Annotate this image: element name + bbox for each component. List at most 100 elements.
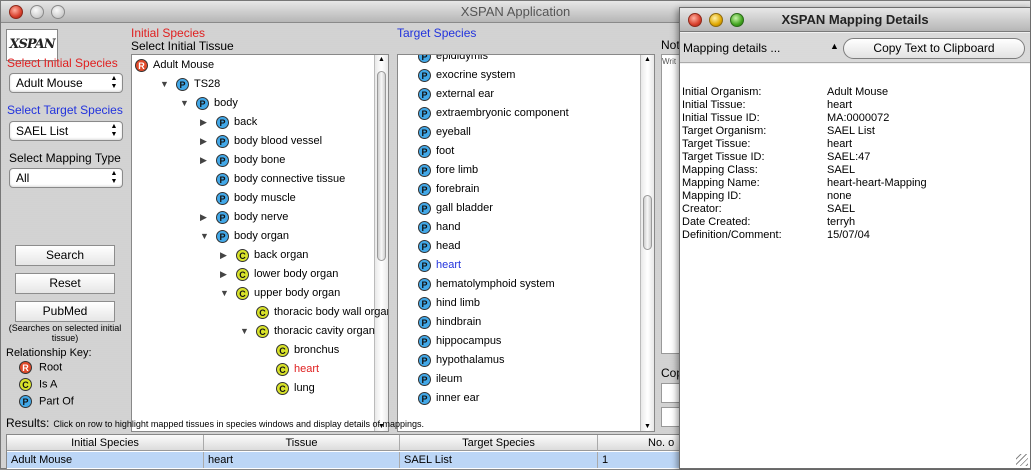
disclosure-open-icon[interactable]: ▼ <box>220 284 230 303</box>
tree-item[interactable]: ▼ Cupper body organ <box>220 284 340 303</box>
tree-item[interactable]: Pbody muscle <box>200 189 296 208</box>
detail-key: Initial Organism: <box>682 86 762 98</box>
mapping-type-select[interactable]: All ▲ ▼ <box>9 168 123 188</box>
disclosure-open-icon[interactable]: ▼ <box>200 227 210 246</box>
part-of-icon: P <box>216 153 229 167</box>
disclosure-closed-icon[interactable]: ▶ <box>200 151 210 170</box>
disclosure-closed-icon[interactable]: ▶ <box>220 246 230 265</box>
list-item-label: inner ear <box>436 392 480 404</box>
list-item[interactable]: Pheart <box>418 256 461 275</box>
target-list-scroll-thumb[interactable] <box>643 195 652 250</box>
target-tissue-list[interactable]: ▲ ▼ Pepididymis Pexocrine system Pexternal… <box>397 54 655 432</box>
disclosure-open-icon[interactable]: ▼ <box>240 322 250 341</box>
list-item[interactable]: Pexternal ear <box>418 85 494 104</box>
tree-item[interactable]: Cthoracic body wall organ <box>240 303 388 322</box>
list-item[interactable]: Pexocrine system <box>418 66 515 85</box>
list-item[interactable]: Pinner ear <box>418 389 479 408</box>
list-item[interactable]: Pileum <box>418 370 462 389</box>
list-item-label: gall bladder <box>436 202 493 214</box>
disclosure-open-icon[interactable]: ▼ <box>180 94 190 113</box>
reset-button[interactable]: Reset <box>15 273 115 294</box>
tree-item[interactable]: ▶ Pbody blood vessel <box>200 132 322 151</box>
scroll-up-icon[interactable]: ▲ <box>378 56 385 63</box>
resize-grip-icon[interactable] <box>1016 454 1028 466</box>
tree-item[interactable]: Clung <box>260 379 315 398</box>
zoom-icon[interactable] <box>51 5 65 19</box>
select-mapping-type-label: Select Mapping Type <box>9 151 121 165</box>
tree-item[interactable]: ▶ Pback <box>200 113 257 132</box>
list-item[interactable]: Pfoot <box>418 142 454 161</box>
search-button[interactable]: Search <box>15 245 115 266</box>
cell-initial-species: Adult Mouse <box>7 452 204 468</box>
list-item[interactable]: Peyeball <box>418 123 471 142</box>
mapping-details-text[interactable]: Initial Organism: Adult Mouse Initial Tiss… <box>680 64 1030 468</box>
detail-row: Definition/Comment: 15/07/04 <box>682 229 870 241</box>
list-item[interactable]: Phind limb <box>418 294 480 313</box>
list-item[interactable]: Phippocampus <box>418 332 501 351</box>
part-of-icon: P <box>418 125 431 139</box>
dropdown-caret-icon[interactable]: ▲ <box>830 41 839 51</box>
scroll-down-icon[interactable]: ▼ <box>644 423 651 430</box>
list-item[interactable]: Phead <box>418 237 460 256</box>
initial-species-select[interactable]: Adult Mouse ▲ ▼ <box>9 73 123 93</box>
close-icon[interactable] <box>9 5 23 19</box>
tree-item[interactable]: ▶ Clower body organ <box>220 265 338 284</box>
list-item[interactable]: Phematolymphoid system <box>418 275 555 294</box>
tree-item-label: body blood vessel <box>234 135 323 147</box>
list-item[interactable]: Pfore limb <box>418 161 478 180</box>
col-initial-species[interactable]: Initial Species <box>7 435 204 451</box>
mapping-toolbar: Mapping details ... ▲ Copy Text to Clipb… <box>680 33 1030 63</box>
disclosure-closed-icon[interactable]: ▶ <box>200 113 210 132</box>
tree-item[interactable]: Pbody connective tissue <box>200 170 345 189</box>
tree-item[interactable]: ▼ P TS28 <box>160 75 220 94</box>
detail-row: Mapping ID: none <box>682 190 851 202</box>
target-list-scrollbar[interactable]: ▲ ▼ <box>640 55 654 431</box>
tree-item[interactable]: ▼ Pbody <box>180 94 238 113</box>
zoom-icon[interactable] <box>730 13 744 27</box>
tree-item[interactable]: Cbronchus <box>260 341 339 360</box>
col-count[interactable]: No. o <box>598 435 681 451</box>
tree-item[interactable]: ▼ Pbody organ <box>200 227 289 246</box>
col-target-species[interactable]: Target Species <box>400 435 598 451</box>
tree-item[interactable]: R Adult Mouse <box>135 56 214 75</box>
tree-item[interactable]: ▶ Pbody nerve <box>200 208 288 227</box>
list-item[interactable]: Phypothalamus <box>418 351 505 370</box>
results-table[interactable]: Initial Species Tissue Target Species No… <box>6 434 682 470</box>
disclosure-open-icon[interactable]: ▼ <box>160 75 170 94</box>
minimize-icon[interactable] <box>709 13 723 27</box>
cell-tissue: heart <box>204 452 400 468</box>
tree-item[interactable]: ▶ Pbody bone <box>200 151 285 170</box>
select-initial-tissue-heading: Select Initial Tissue <box>131 39 234 53</box>
part-of-icon: P <box>418 315 431 329</box>
list-item[interactable]: Pepididymis <box>418 55 488 66</box>
detail-key: Date Created: <box>682 216 751 228</box>
tree-item[interactable]: ▼ Cthoracic cavity organ <box>240 322 375 341</box>
is-a-icon: C <box>256 305 269 319</box>
mapping-details-dropdown[interactable]: Mapping details ... <box>683 41 780 55</box>
tree-item-label: body bone <box>234 154 286 166</box>
list-item[interactable]: Phand <box>418 218 460 237</box>
is-a-icon: C <box>19 378 32 391</box>
part-of-icon: P <box>176 77 189 91</box>
tree-item[interactable]: Cheart <box>260 360 319 379</box>
copy-to-clipboard-button[interactable]: Copy Text to Clipboard <box>843 38 1025 59</box>
detail-key: Target Tissue: <box>682 138 751 150</box>
scroll-up-icon[interactable]: ▲ <box>644 56 651 63</box>
list-item[interactable]: Pforebrain <box>418 180 479 199</box>
tree-item[interactable]: ▶ Cback organ <box>220 246 308 265</box>
initial-tree-scroll-thumb[interactable] <box>377 71 386 261</box>
target-species-select[interactable]: SAEL List ▲ ▼ <box>9 121 123 141</box>
detail-key: Mapping ID: <box>682 190 742 202</box>
minimize-icon[interactable] <box>30 5 44 19</box>
list-item[interactable]: Phindbrain <box>418 313 481 332</box>
initial-tissue-tree[interactable]: ▲ ▼ R Adult Mouse ▼ P TS28 ▼ Pbody ▶ Pback ▶ Pbody… <box>131 54 389 432</box>
list-item[interactable]: Pextraembryonic component <box>418 104 569 123</box>
list-item[interactable]: Pgall bladder <box>418 199 493 218</box>
col-tissue[interactable]: Tissue <box>204 435 400 451</box>
disclosure-closed-icon[interactable]: ▶ <box>220 265 230 284</box>
close-icon[interactable] <box>688 13 702 27</box>
disclosure-closed-icon[interactable]: ▶ <box>200 132 210 151</box>
initial-tree-scrollbar[interactable]: ▲ ▼ <box>374 55 388 431</box>
pubmed-button[interactable]: PubMed <box>15 301 115 322</box>
disclosure-closed-icon[interactable]: ▶ <box>200 208 210 227</box>
